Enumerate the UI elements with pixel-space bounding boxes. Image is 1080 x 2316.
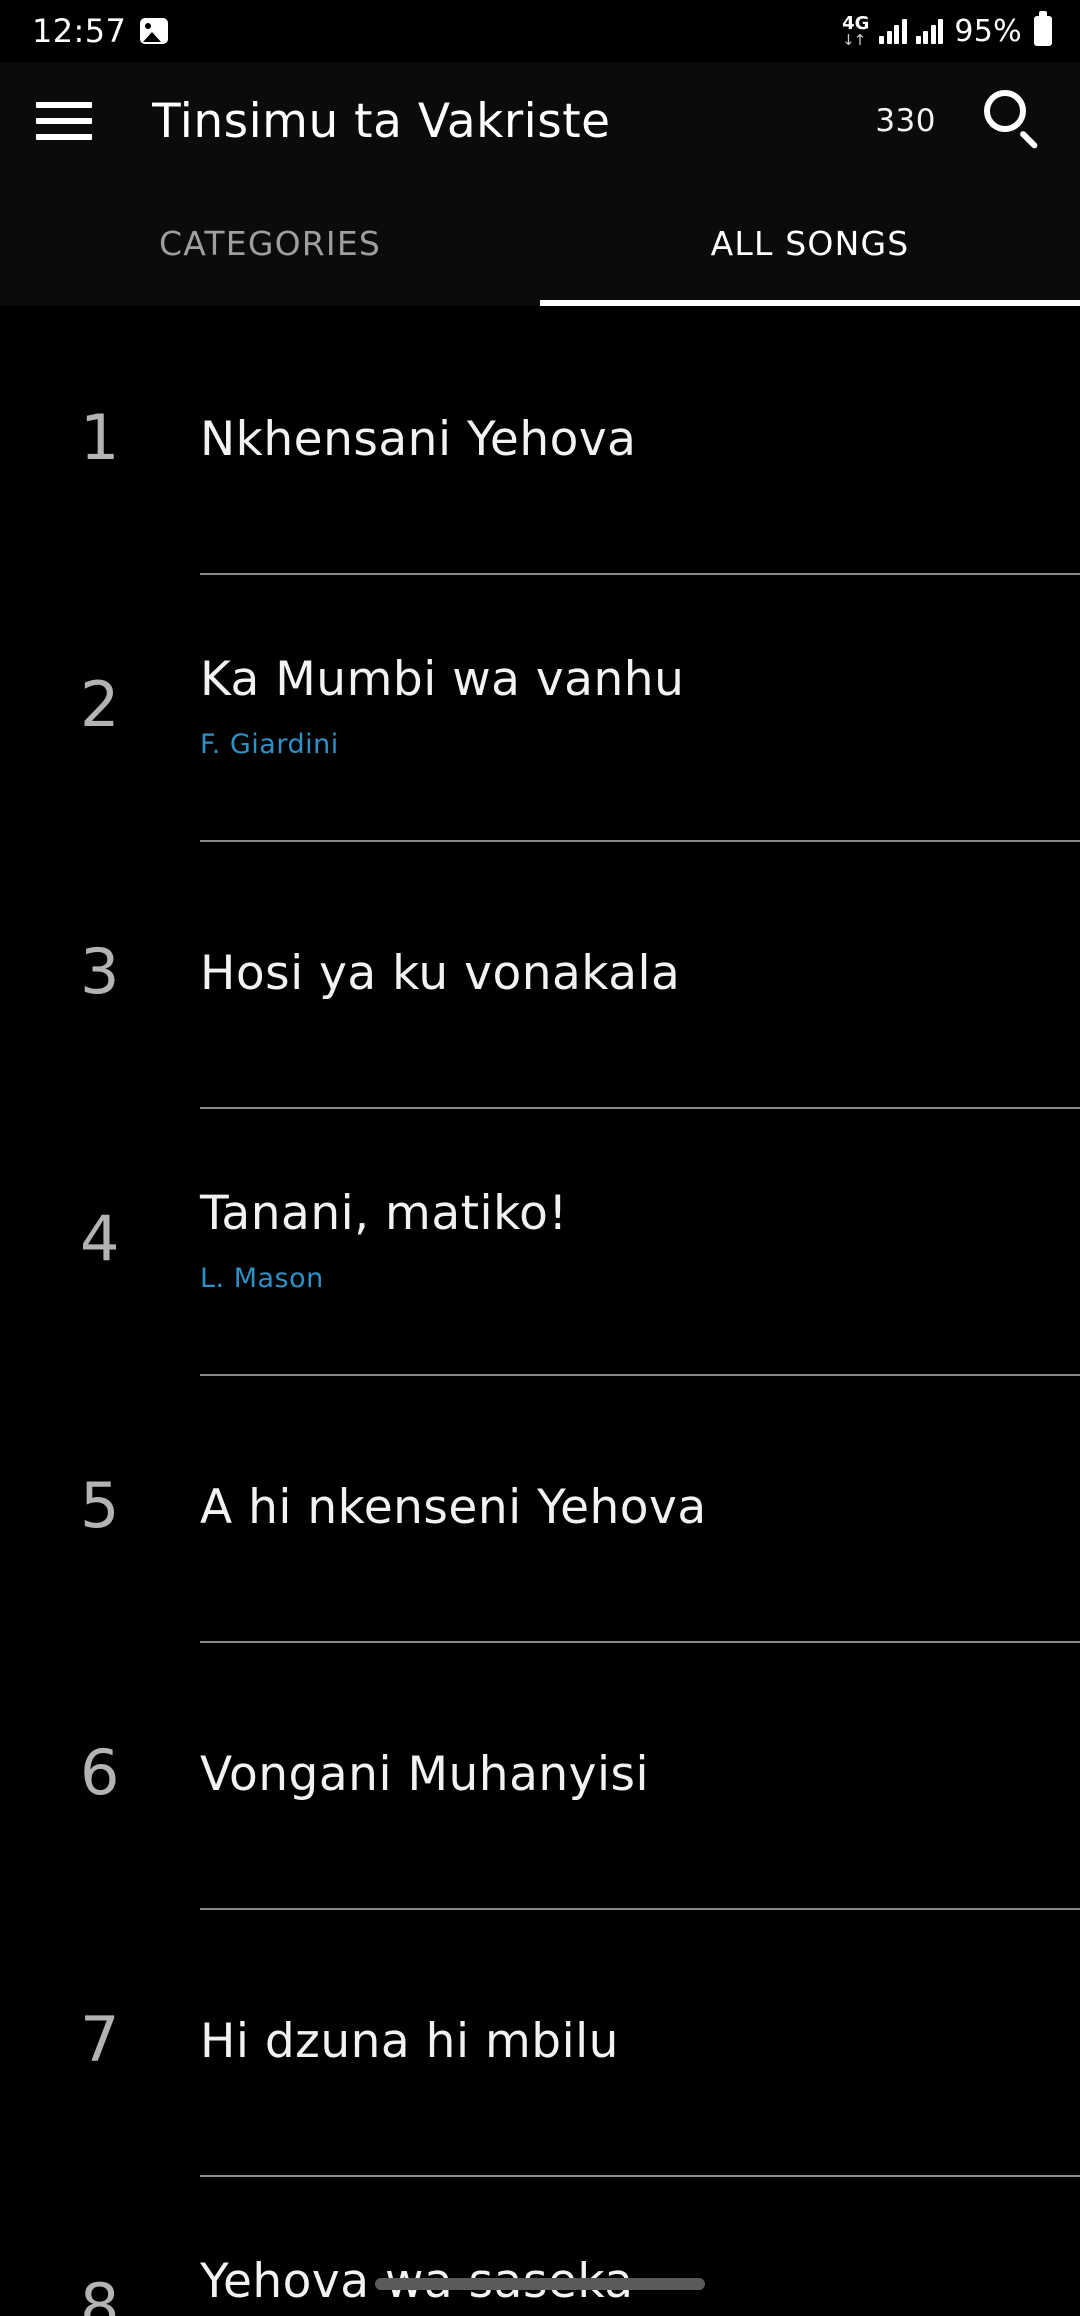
song-number: 3 [80, 934, 120, 1008]
data-transfer-arrows-icon: ↓↑ [842, 31, 866, 49]
hamburger-menu-icon[interactable] [36, 99, 92, 143]
song-title: Hosi ya ku vonakala [200, 945, 681, 1001]
song-row-body: Vongani Muhanyisi [200, 1641, 1080, 1908]
song-number: 2 [80, 667, 120, 741]
row-divider [200, 1374, 1080, 1376]
list-item[interactable]: 1 Nkhensani Yehova [0, 306, 1080, 573]
song-title: A hi nkenseni Yehova [200, 1479, 707, 1535]
tab-categories[interactable]: CATEGORIES [0, 180, 540, 306]
status-bar-right: 4G ↓↑ 95% [842, 11, 1052, 49]
network-type-indicator: 4G ↓↑ [842, 15, 869, 49]
song-number: 6 [80, 1735, 120, 1809]
row-divider [200, 2175, 1080, 2177]
list-item[interactable]: 5 A hi nkenseni Yehova [0, 1374, 1080, 1641]
song-number: 4 [80, 1201, 120, 1275]
status-bar: 12:57 4G ↓↑ 95% [0, 0, 1080, 62]
song-title: Nkhensani Yehova [200, 411, 637, 467]
song-number: 7 [80, 2002, 120, 2076]
song-list[interactable]: 1 Nkhensani Yehova 2 Ka Mumbi wa vanhu F… [0, 306, 1080, 2316]
song-title: Ka Mumbi wa vanhu [200, 652, 685, 708]
song-count-label: 330 [875, 103, 936, 139]
tab-all-songs[interactable]: ALL SONGS [540, 180, 1080, 306]
row-divider [200, 1908, 1080, 1910]
row-divider [200, 1107, 1080, 1109]
list-item[interactable]: 6 Vongani Muhanyisi [0, 1641, 1080, 1908]
song-row-body: Tanani, matiko! L. Mason [200, 1107, 1080, 1374]
search-icon[interactable] [980, 88, 1046, 154]
song-row-body: Hosi ya ku vonakala [200, 840, 1080, 1107]
song-title: Hi dzuna hi mbilu [200, 2013, 619, 2069]
song-row-body: Ka Mumbi wa vanhu F. Giardini [200, 573, 1080, 840]
song-row-body: Hi dzuna hi mbilu [200, 1908, 1080, 2175]
list-item[interactable]: 2 Ka Mumbi wa vanhu F. Giardini [0, 573, 1080, 840]
image-icon [140, 18, 169, 44]
signal-strength-icon-sim1 [879, 18, 907, 44]
row-divider [200, 573, 1080, 575]
app-bar: Tinsimu ta Vakriste 330 [0, 62, 1080, 180]
home-gesture-pill[interactable] [375, 2278, 705, 2290]
page-title: Tinsimu ta Vakriste [152, 97, 611, 145]
song-number: 5 [80, 1468, 120, 1542]
status-clock: 12:57 [32, 12, 127, 50]
song-row-body: A hi nkenseni Yehova [200, 1374, 1080, 1641]
song-number: 1 [80, 400, 120, 474]
row-divider [200, 840, 1080, 842]
row-divider [200, 1641, 1080, 1643]
song-title: Tanani, matiko! [200, 1186, 568, 1242]
song-composer: L. Mason [200, 1262, 324, 1294]
song-row-body: Nkhensani Yehova [200, 306, 1080, 573]
song-composer: F. Giardini [200, 728, 339, 760]
battery-percent-label: 95% [954, 13, 1022, 49]
list-item[interactable]: 7 Hi dzuna hi mbilu [0, 1908, 1080, 2175]
system-navigation-bar [0, 2252, 1080, 2316]
signal-strength-icon-sim2 [915, 18, 944, 44]
battery-icon [1034, 11, 1052, 46]
status-bar-left: 12:57 [32, 12, 169, 50]
list-item[interactable]: 3 Hosi ya ku vonakala [0, 840, 1080, 1107]
song-title: Vongani Muhanyisi [200, 1746, 650, 1802]
tab-bar: CATEGORIES ALL SONGS [0, 180, 1080, 306]
list-item[interactable]: 4 Tanani, matiko! L. Mason [0, 1107, 1080, 1374]
